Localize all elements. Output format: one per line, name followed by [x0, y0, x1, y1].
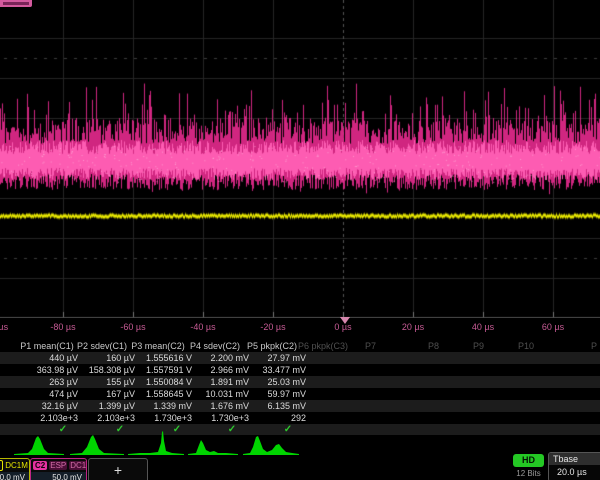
channel2-label: C2	[33, 461, 47, 470]
histicon-p2	[70, 435, 124, 455]
measurement-header-p2[interactable]: P2 sdev(C1)	[77, 340, 127, 352]
time-axis: -100 µs -80 µs -60 µs -40 µs -20 µs 0 µs 20 µs…	[0, 318, 600, 338]
measurement-value: 440 µV	[49, 352, 78, 364]
measurement-value: 2.966 mV	[210, 364, 249, 376]
time-axis-label: 40 µs	[472, 322, 494, 332]
table-row: 440 µV 160 µV 1.555616 V 2.200 mV 27.97 mV	[0, 352, 600, 364]
measurement-header-p1[interactable]: P1 mean(C1)	[20, 340, 74, 352]
channel1-scale: 10.0 mV	[0, 472, 29, 480]
measurement-value: 263 µV	[49, 376, 78, 388]
histicon-p1	[14, 436, 64, 455]
measurement-header-unused[interactable]: P6 pkpk(C3)	[298, 340, 348, 352]
measurement-table: P1 mean(C1)P2 sdev(C1) P3 mean(C2) P4 sdev…	[0, 340, 600, 435]
table-row: 2.103e+3 2.103e+3 1.730e+3 1.730e+3 292	[0, 412, 600, 424]
measurement-header-p4[interactable]: P4 sdev(C2)	[190, 340, 240, 352]
descriptor-bar: C1 DC1M 10.0 mV C2 ESP DC1M 50.0 mV + HD…	[0, 458, 600, 480]
table-row: 363.98 µV 158.308 µV 1.557591 V 2.966 mV 33.…	[0, 364, 600, 376]
channel2-coupling: DC1M	[69, 461, 87, 470]
time-axis-label: 60 µs	[542, 322, 564, 332]
measurement-value: 1.558645 V	[146, 388, 192, 400]
time-axis-label: -20 µs	[260, 322, 285, 332]
timebase-descriptor[interactable]: Tbase 20.0 µs	[548, 452, 600, 480]
histicon-p5	[243, 436, 299, 455]
timebase-value: 20.0 µs	[549, 465, 600, 479]
measurement-header-unused[interactable]: P8	[428, 340, 439, 352]
channel2-scale: 50.0 mV	[31, 472, 86, 480]
measurement-value: 1.891 mV	[210, 376, 249, 388]
cropped-trace-label	[0, 0, 32, 7]
measurement-value: 155 µV	[106, 376, 135, 388]
measurement-value: 2.103e+3	[40, 412, 78, 424]
measurement-header-p3[interactable]: P3 mean(C2)	[131, 340, 185, 352]
measurement-value: 32.16 µV	[42, 400, 78, 412]
measurement-value: 33.477 mV	[262, 364, 306, 376]
table-row: 32.16 µV 1.399 µV 1.339 mV 1.676 mV 6.135 mV	[0, 400, 600, 412]
measurement-value: 158.308 µV	[89, 364, 135, 376]
hd-mode-badge[interactable]: HD	[513, 454, 544, 467]
measurement-value: 10.031 mV	[205, 388, 249, 400]
measurement-value: 1.555616 V	[146, 352, 192, 364]
table-row: P1 mean(C1)P2 sdev(C1) P3 mean(C2) P4 sdev…	[0, 340, 600, 352]
channel1-descriptor[interactable]: C1 DC1M 10.0 mV	[0, 458, 30, 480]
measurement-header-unused[interactable]: P10	[518, 340, 534, 352]
channel2-descriptor[interactable]: C2 ESP DC1M 50.0 mV	[30, 458, 87, 480]
measurement-header-unused[interactable]: P9	[473, 340, 484, 352]
channel1-coupling: DC1M	[5, 461, 28, 470]
channel2-badge-esp: ESP	[49, 461, 67, 470]
measurement-value: 1.339 mV	[153, 400, 192, 412]
measurement-value: 1.399 µV	[99, 400, 135, 412]
measurement-value: 167 µV	[106, 388, 135, 400]
waveform-grid[interactable]	[0, 0, 600, 318]
measurement-header-unused[interactable]: P	[591, 340, 597, 352]
measurement-value: 1.550084 V	[146, 376, 192, 388]
measurement-value: 25.03 mV	[267, 376, 306, 388]
measurement-value: 160 µV	[106, 352, 135, 364]
measurement-value: 6.135 mV	[267, 400, 306, 412]
measurement-value: 363.98 µV	[37, 364, 78, 376]
bit-resolution-label: 12 Bits	[513, 469, 544, 478]
measurement-value: 1.730e+3	[211, 412, 249, 424]
add-trace-box[interactable]: +	[88, 458, 148, 480]
time-axis-label: -100 µs	[0, 322, 8, 332]
measurement-value: 59.97 mV	[267, 388, 306, 400]
time-axis-label: 0 µs	[334, 322, 351, 332]
waveform-canvas[interactable]	[0, 0, 600, 318]
time-axis-label: -40 µs	[190, 322, 215, 332]
oscilloscope-screen: -100 µs -80 µs -60 µs -40 µs -20 µs 0 µs 20 µs…	[0, 0, 600, 480]
time-axis-label: 20 µs	[402, 322, 424, 332]
measurement-header-unused[interactable]: P7	[365, 340, 376, 352]
measurement-value: 474 µV	[49, 388, 78, 400]
plus-icon: +	[89, 459, 147, 480]
histicon-p3	[128, 431, 184, 455]
measurement-value: 1.730e+3	[154, 412, 192, 424]
measurement-value: 27.97 mV	[267, 352, 306, 364]
measurement-value: 2.200 mV	[210, 352, 249, 364]
measurement-value: 292	[291, 412, 306, 424]
measurement-header-p5[interactable]: P5 pkpk(C2)	[247, 340, 297, 352]
measurement-value: 1.676 mV	[210, 400, 249, 412]
measurement-value: 2.103e+3	[97, 412, 135, 424]
measurement-value: 1.557591 V	[146, 364, 192, 376]
table-row: 263 µV 155 µV 1.550084 V 1.891 mV 25.03 mV	[0, 376, 600, 388]
histicon-p4	[188, 440, 238, 455]
timebase-title: Tbase	[549, 453, 600, 465]
time-axis-label: -60 µs	[120, 322, 145, 332]
measurement-histicons	[0, 431, 600, 458]
time-axis-label: -80 µs	[50, 322, 75, 332]
table-row: 474 µV 167 µV 1.558645 V 10.031 mV 59.97 mV	[0, 388, 600, 400]
channel1-label: C1	[0, 460, 3, 471]
